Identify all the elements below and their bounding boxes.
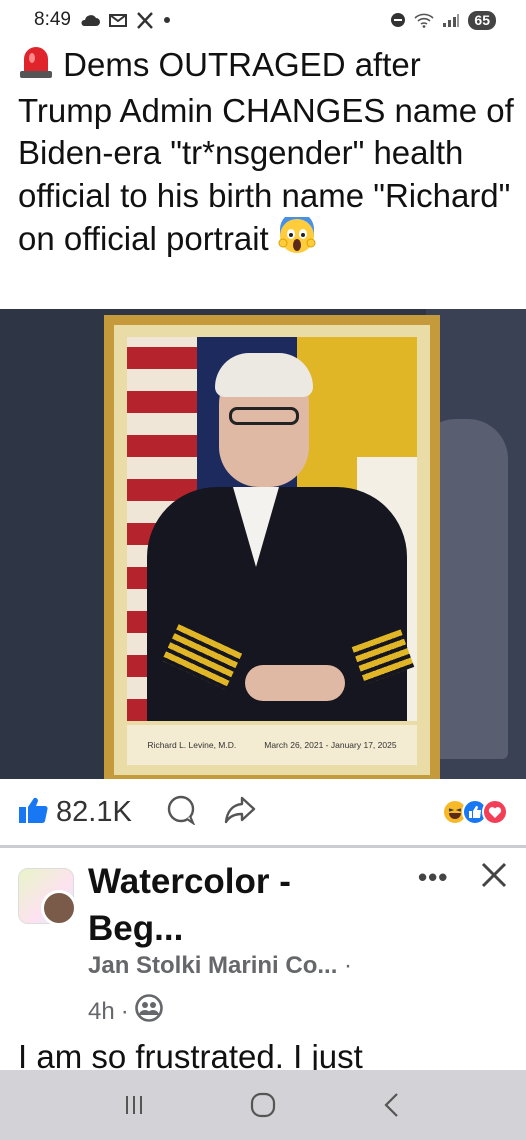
- recent-apps-button[interactable]: [104, 1080, 164, 1130]
- close-button[interactable]: [480, 856, 508, 898]
- group-name[interactable]: Watercolor - Beg...: [88, 858, 388, 952]
- portrait-caption-plate: Richard L. Levine, M.D. March 26, 2021 -…: [127, 725, 417, 765]
- more-options-button[interactable]: •••: [418, 862, 448, 893]
- author-separator: ·: [344, 952, 353, 979]
- post-photo[interactable]: Richard L. Levine, M.D. March 26, 2021 -…: [0, 309, 526, 779]
- battery-indicator: 65: [468, 10, 496, 30]
- headline-text: Dems OUTRAGED after Trump Admin CHANGES …: [18, 46, 514, 258]
- reaction-bar: 82.1K: [0, 779, 526, 845]
- clock: 8:49: [34, 9, 71, 30]
- system-navigation-bar: [0, 1070, 526, 1140]
- portrait-caption-dates: March 26, 2021 - January 17, 2025: [264, 740, 397, 750]
- post-time[interactable]: 4h: [88, 998, 115, 1026]
- dot-icon: [163, 16, 171, 24]
- status-bar: 8:49 65: [0, 0, 526, 40]
- siren-emoji: [18, 45, 54, 90]
- meta-separator: ·: [120, 997, 129, 1025]
- x-app-icon: [136, 11, 154, 29]
- screaming-face-emoji: [278, 212, 316, 266]
- signal-icon: [442, 13, 460, 27]
- cloud-icon: [80, 14, 100, 26]
- portrait-caption-name: Richard L. Levine, M.D.: [147, 740, 237, 750]
- post-headline: Dems OUTRAGED after Trump Admin CHANGES …: [18, 44, 514, 266]
- do-not-disturb-icon: [390, 12, 406, 28]
- official-portrait: [127, 337, 417, 721]
- like-icon[interactable]: [18, 796, 48, 829]
- section-divider: [0, 845, 526, 848]
- like-count[interactable]: 82.1K: [56, 796, 132, 829]
- author-name[interactable]: Jan Stolki Marini Co... ·: [88, 952, 352, 980]
- wifi-icon: [414, 12, 434, 28]
- author-avatar[interactable]: [41, 890, 77, 926]
- comment-icon[interactable]: [166, 795, 196, 830]
- author-name-text[interactable]: Jan Stolki Marini Co...: [88, 952, 337, 979]
- love-reaction-icon: [482, 799, 508, 825]
- portrait-frame: Richard L. Levine, M.D. March 26, 2021 -…: [104, 315, 440, 779]
- home-button[interactable]: [233, 1080, 293, 1130]
- post-meta: 4h ·: [88, 994, 163, 1029]
- share-icon[interactable]: [224, 796, 256, 829]
- mail-icon: [108, 13, 127, 27]
- back-button[interactable]: [362, 1080, 422, 1130]
- friends-icon: [134, 994, 163, 1029]
